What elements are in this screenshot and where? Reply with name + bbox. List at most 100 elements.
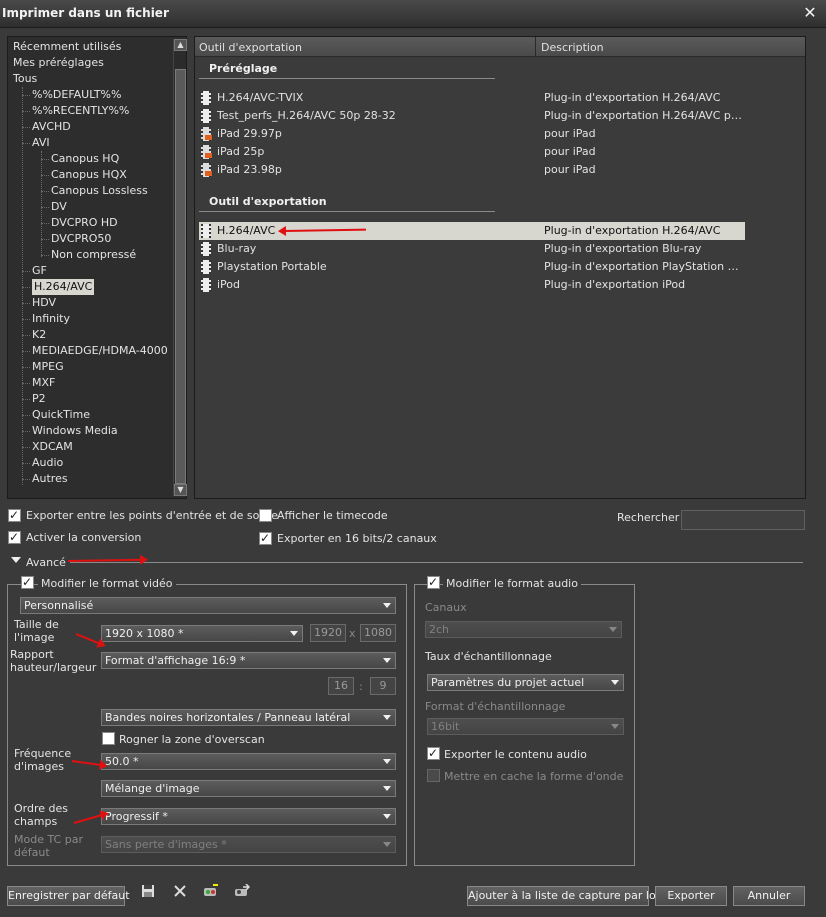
exporter-name: H.264/AVC-TVIX [217,91,304,104]
list-item[interactable]: iPad 23.98p pour iPad [199,161,745,179]
tree-item[interactable]: DVCPRO HD [51,215,118,231]
tree-item[interactable]: Récemment utilisés [13,39,121,55]
film-icon [201,260,211,274]
tree-item[interactable]: Canopus HQX [51,167,127,183]
group-divider [199,78,495,79]
cancel-button[interactable]: Annuler [733,886,805,906]
tree-item[interactable]: AVI [32,135,50,151]
exporter-description: Plug-in d'exportation H.264/AVC pour ... [544,109,744,122]
tree-item[interactable]: Autres [32,471,68,487]
import-preset-icon[interactable] [203,884,219,900]
tree-item[interactable]: Canopus Lossless [51,183,148,199]
field-order-dropdown[interactable]: Progressif * [101,808,396,825]
scrollbar-thumb[interactable] [175,69,186,484]
column-header-description[interactable]: Description [541,41,604,54]
tc-mode-label: Mode TC par défaut [14,833,83,859]
chevron-down-icon [290,631,298,636]
column-header-exporter[interactable]: Outil d'exportation [199,41,302,54]
add-batch-capture-button[interactable]: Ajouter à la liste de capture par lots [467,886,666,906]
ratio-width-input: 16 [328,677,354,695]
tree-item[interactable]: Canopus HQ [51,151,119,167]
group-header-exporters: Outil d'exportation [209,195,327,208]
chevron-down-icon [383,814,391,819]
image-size-label: Taille de l'image [14,618,59,644]
exporter-list[interactable]: Outil d'exportation Description Prérégla… [194,36,806,499]
list-item[interactable]: Test_perfs_H.264/AVC 50p 28-32 Plug-in d'… [199,107,745,125]
export-button[interactable]: Exporter [655,886,727,906]
tree-item[interactable]: XDCAM [32,439,73,455]
list-item[interactable]: H.264/AVC-TVIX Plug-in d'exportation H.26… [199,89,745,107]
tree-item[interactable]: %%RECENTLY%% [32,103,129,119]
tree-item[interactable]: Non compressé [51,247,136,263]
list-header: Outil d'exportation Description [195,37,805,57]
exporter-name: H.264/AVC [217,224,276,237]
list-item[interactable]: Blu-ray Plug-in d'exportation Blu-ray [199,240,745,258]
export-in-out-checkbox[interactable] [8,508,21,522]
tree-item[interactable]: GF [32,263,47,279]
export-audio-checkbox[interactable] [427,746,440,760]
dropdown-value: 50.0 * [105,755,139,768]
exporter-name: Test_perfs_H.264/AVC 50p 28-32 [217,109,396,122]
tree-item[interactable]: AVCHD [32,119,71,135]
modify-audio-checkbox[interactable] [427,575,440,589]
tree-item[interactable]: %%DEFAULT%% [32,87,121,103]
chevron-down-icon [383,842,391,847]
modify-audio-label: Modifier le format audio [443,577,581,590]
dropdown-value: 2ch [429,623,450,636]
width-input: 1920 [310,624,346,642]
list-item[interactable]: iPad 29.97p pour iPad [199,125,745,143]
dropdown-value: Sans perte d'images * [105,838,227,851]
scroll-up-icon[interactable]: ▲ [174,39,187,51]
exporter-description: Plug-in d'exportation Blu-ray [544,242,702,255]
tree-item[interactable]: MXF [32,375,55,391]
advanced-label[interactable]: Avancé [26,556,66,569]
tree-item[interactable]: Mes préréglages [13,55,104,71]
letterbox-dropdown[interactable]: Bandes noires horizontales / Panneau lat… [101,709,396,726]
crop-overscan-checkbox[interactable] [102,732,115,745]
tree-item[interactable]: Infinity [32,311,70,327]
channels-dropdown: 2ch [425,621,622,638]
video-preset-dropdown[interactable]: Personnalisé [20,597,396,614]
tree-item[interactable]: DVCPRO50 [51,231,111,247]
enable-conversion-label: Activer la conversion [26,531,142,544]
tree-item[interactable]: MPEG [32,359,64,375]
framerate-dropdown[interactable]: 50.0 * [101,753,396,770]
exporter-description: Plug-in d'exportation H.264/AVC [544,91,721,104]
group-header-presets: Préréglage [209,62,278,75]
exporter-name: iPad 23.98p [217,163,282,176]
image-size-dropdown[interactable]: 1920 x 1080 * [101,625,303,642]
tree-item[interactable]: Windows Media [32,423,118,439]
save-default-button[interactable]: Enregistrer par défaut [7,886,130,906]
samplerate-dropdown[interactable]: Paramètres du projet actuel [427,674,624,691]
enable-conversion-checkbox[interactable] [8,530,21,544]
tree-item[interactable]: K2 [32,327,46,343]
tree-item[interactable]: Tous [13,71,37,87]
tree-item[interactable]: Audio [32,455,63,471]
list-item[interactable]: Playstation Portable Plug-in d'exportatio… [199,258,745,276]
tree-scrollbar[interactable]: ▲ ▼ [173,39,187,496]
advanced-expand-icon[interactable] [11,557,21,563]
list-item[interactable]: iPod Plug-in d'exportation iPod [199,276,745,294]
export-preset-icon[interactable] [234,883,251,900]
search-input[interactable] [681,510,805,530]
tree-item[interactable]: P2 [32,391,46,407]
dropdown-value: Paramètres du projet actuel [431,676,585,689]
tree-item[interactable]: DV [51,199,67,215]
close-icon[interactable]: ✕ [802,5,818,21]
samplerate-label: Taux d'échantillonnage [425,650,552,663]
save-icon[interactable] [140,884,156,900]
tree-item[interactable]: H.264/AVC [32,279,95,295]
modify-video-checkbox[interactable] [21,575,34,589]
category-tree[interactable]: Récemment utilisés Mes préréglages Tous %%D… [7,36,187,499]
scroll-down-icon[interactable]: ▼ [174,484,187,496]
tree-item[interactable]: MEDIAEDGE/HDMA-4000 [32,343,168,359]
delete-icon[interactable] [172,884,188,900]
frame-blend-dropdown[interactable]: Mélange d'image [101,780,396,797]
export-audio-label: Exporter le contenu audio [444,748,587,761]
export-16bit-checkbox[interactable] [259,531,272,545]
show-timecode-checkbox[interactable] [259,509,272,522]
list-item[interactable]: iPad 25p pour iPad [199,143,745,161]
tree-item[interactable]: HDV [32,295,56,311]
tree-item[interactable]: QuickTime [32,407,90,423]
aspect-ratio-dropdown[interactable]: Format d'affichage 16:9 * [101,652,396,669]
